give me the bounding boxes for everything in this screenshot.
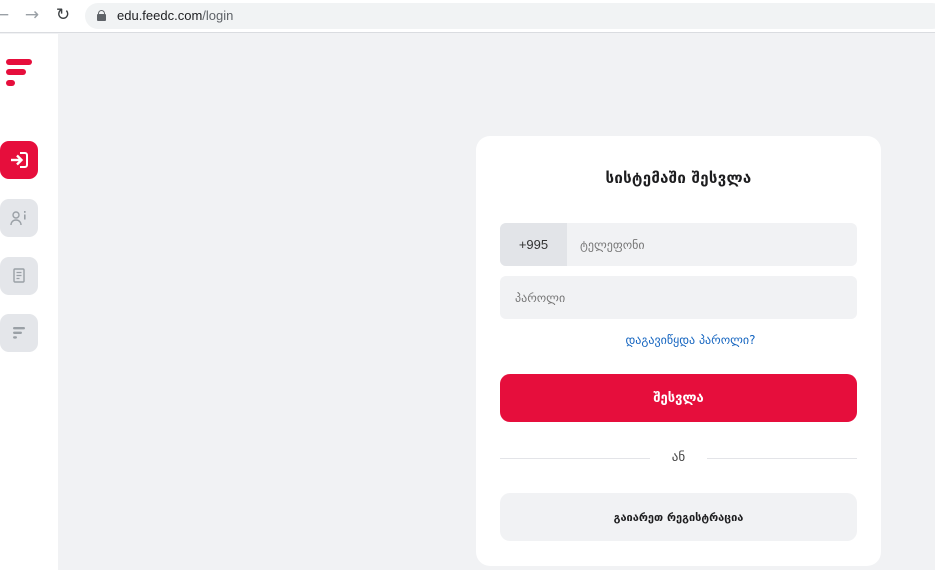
- password-input[interactable]: [515, 276, 845, 319]
- browser-toolbar: ← → ↻ edu.feedc.com/login: [0, 0, 935, 33]
- url-text[interactable]: edu.feedc.com/login: [117, 8, 233, 23]
- sidebar-item-login[interactable]: [0, 141, 38, 179]
- reload-icon[interactable]: ↻: [53, 5, 73, 25]
- forward-icon[interactable]: →: [22, 5, 42, 25]
- country-code[interactable]: +995: [500, 223, 567, 266]
- lock-icon[interactable]: [97, 10, 106, 21]
- address-bar[interactable]: edu.feedc.com/login: [85, 3, 935, 29]
- sidebar-item-feedc[interactable]: [0, 314, 38, 352]
- phone-field: +995: [500, 223, 857, 266]
- sidebar: [0, 34, 58, 570]
- back-icon[interactable]: ←: [0, 5, 12, 25]
- password-field: [500, 276, 857, 319]
- register-button[interactable]: გაიარეთ რეგისტრაცია: [500, 493, 857, 541]
- user-info-icon: [10, 211, 26, 226]
- url-path: /login: [202, 8, 234, 23]
- login-card: სისტემაში შესვლა +995 დაგავიწყდა პაროლი?…: [476, 136, 881, 566]
- sidebar-item-documents[interactable]: [0, 257, 38, 295]
- login-title: სისტემაში შესვლა: [605, 169, 752, 187]
- document-icon: [13, 268, 25, 283]
- login-icon: [11, 152, 28, 168]
- login-button[interactable]: შესვლა: [500, 374, 857, 422]
- url-host: edu.feedc.com: [117, 8, 203, 23]
- feedc-logo[interactable]: [6, 59, 32, 89]
- sidebar-item-profile[interactable]: [0, 199, 38, 237]
- divider-line-right: [707, 458, 857, 459]
- forgot-password-link[interactable]: დაგავიწყდა პაროლი?: [476, 333, 881, 347]
- feedc-icon: [13, 327, 25, 339]
- phone-input[interactable]: [580, 223, 850, 266]
